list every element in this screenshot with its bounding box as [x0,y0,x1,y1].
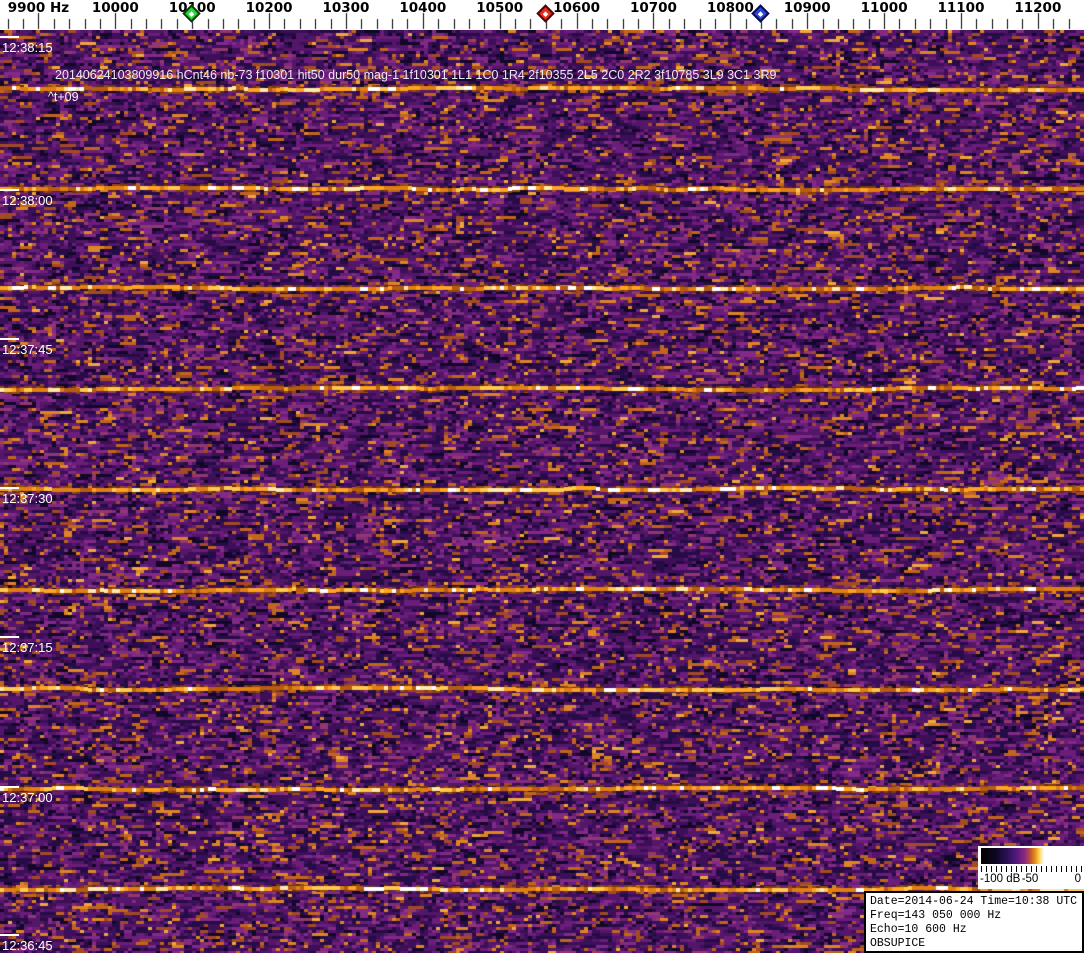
freq-tick-label: 11200 [1014,0,1062,16]
time-tick-mark [0,934,19,936]
time-tick-mark [0,189,19,191]
freq-tick-label: 10300 [322,0,370,16]
freq-tick-label: 10800 [706,0,754,16]
time-label: 12:37:45 [2,342,53,357]
frequency-ruler: 9900 Hz100001010010200103001040010500106… [0,0,1084,30]
freq-tick-label: 11100 [937,0,985,16]
time-label: 12:37:15 [2,640,53,655]
legend-label-max: 0 [1074,873,1081,885]
freq-tick-label: 10400 [399,0,447,16]
colormap-tick-marks [981,866,1082,872]
color-scale-legend: -100 dB -50 0 [978,846,1084,889]
freq-tick-label: 10900 [783,0,831,16]
time-label: 12:38:15 [2,40,53,55]
info-frequency: Freq=143 050 000 Hz [870,909,1002,922]
station-info-box: Date=2014-06-24 Time=10:38 UTC Freq=143 … [864,891,1084,953]
legend-label-mid: -50 [1021,873,1039,885]
legend-label-min: -100 dB [980,873,1021,885]
time-tick-mark [0,636,19,638]
info-date-time: Date=2014-06-24 Time=10:38 UTC [870,895,1078,908]
info-echo-frequency: Echo=10 600 Hz [870,923,967,936]
event-time-offset-label: ^t+09 [48,90,79,104]
time-label: 12:36:45 [2,938,53,953]
time-label: 12:37:00 [2,790,53,805]
freq-tick-label: 10200 [245,0,293,16]
time-tick-mark [0,487,19,489]
time-tick-mark [0,338,19,340]
spectrogram-app: 9900 Hz100001010010200103001040010500106… [0,0,1084,953]
colormap-gradient [981,848,1081,864]
freq-tick-label: 10600 [553,0,601,16]
waterfall-display [0,30,1084,953]
freq-tick-label: 10000 [91,0,139,16]
event-annotation: 20140624103809916 hCnt46 nb-73 f10301 hi… [55,68,777,82]
freq-tick-label: 10500 [476,0,524,16]
time-label: 12:37:30 [2,491,53,506]
time-label: 12:38:00 [2,193,53,208]
freq-tick-label: 10700 [629,0,677,16]
freq-tick-label: 9900 Hz [7,0,70,16]
time-tick-mark [0,36,19,38]
time-tick-mark [0,786,19,788]
info-station-name: OBSUPICE [870,937,926,950]
freq-tick-label: 11000 [860,0,908,16]
